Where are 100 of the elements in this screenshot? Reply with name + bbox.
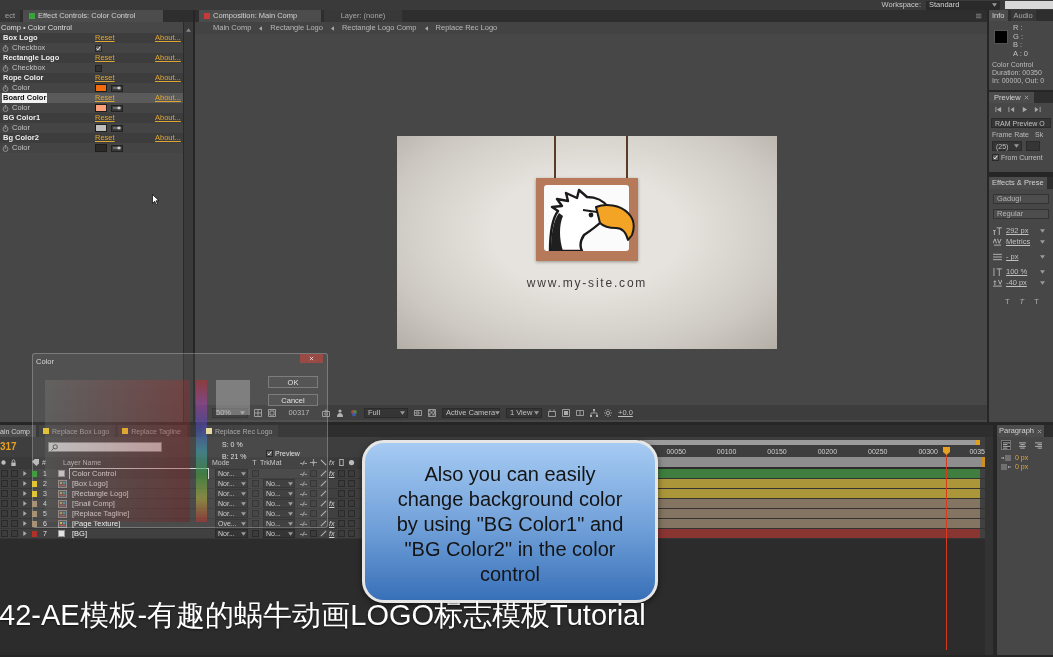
- stopwatch-icon[interactable]: [2, 64, 9, 72]
- checkbox[interactable]: [95, 44, 102, 52]
- color-swatch-icon: [994, 30, 1008, 44]
- close-icon: [309, 356, 314, 361]
- search-field[interactable]: [48, 442, 162, 452]
- sun-switch-icon: [310, 459, 317, 466]
- hue-spectrum[interactable]: [196, 380, 207, 522]
- play-icon[interactable]: [1021, 106, 1028, 113]
- shy-switch-icon[interactable]: [300, 480, 307, 488]
- transparency-checkbox[interactable]: [252, 520, 259, 528]
- frame-blend-icon: [338, 459, 345, 466]
- next-frame-icon[interactable]: [1034, 106, 1041, 113]
- camera-icon[interactable]: [322, 408, 330, 417]
- shy-switch-icon[interactable]: [300, 520, 307, 528]
- color-swatch-icon[interactable]: [95, 144, 107, 152]
- skip-field[interactable]: [1026, 141, 1040, 151]
- align-button[interactable]: [1033, 440, 1043, 450]
- previous-frame-icon[interactable]: [1008, 106, 1015, 113]
- caret-icon: [240, 410, 245, 415]
- eyedropper-icon: [113, 146, 121, 150]
- composition-layer-icon: [58, 489, 67, 498]
- eyedropper-button[interactable]: [111, 104, 123, 112]
- color-swatch-icon[interactable]: [95, 104, 107, 112]
- search-field[interactable]: [1005, 1, 1053, 9]
- panel-menu-icon[interactable]: [976, 13, 983, 19]
- composition-layer-icon: [58, 499, 67, 508]
- lock-icon: [10, 459, 17, 466]
- person-icon[interactable]: [336, 408, 344, 417]
- stopwatch-icon[interactable]: [2, 104, 9, 112]
- shy-switch-icon: [300, 459, 307, 466]
- arrow-left-icon: [259, 25, 263, 31]
- eyedropper-button[interactable]: [111, 144, 123, 152]
- label-color-icon[interactable]: [32, 510, 37, 517]
- shy-switch-icon[interactable]: [300, 500, 307, 508]
- composition-color-icon: [204, 13, 210, 19]
- stopwatch-icon[interactable]: [2, 124, 9, 132]
- grid-icon[interactable]: [254, 408, 262, 417]
- caret-icon: [1014, 144, 1019, 148]
- indent-after-icon: [1001, 463, 1011, 470]
- timeline-scrollbar[interactable]: [985, 437, 993, 655]
- caret-icon[interactable]: [1040, 240, 1045, 244]
- caret-icon[interactable]: [1040, 229, 1045, 233]
- safe-area-icon[interactable]: [268, 408, 276, 417]
- checkbox[interactable]: [266, 450, 273, 457]
- caret-icon[interactable]: [1040, 270, 1045, 274]
- color-swatch-icon[interactable]: [95, 124, 107, 132]
- playhead[interactable]: [943, 447, 950, 650]
- eyedropper-button[interactable]: [111, 84, 123, 92]
- eagle-head-icon: [544, 185, 636, 251]
- eyedropper-icon: [113, 86, 121, 90]
- shy-switch-icon[interactable]: [300, 470, 307, 478]
- leading-icon: [993, 253, 1002, 261]
- website-url: www.my-site.com: [526, 277, 648, 289]
- layout-icon[interactable]: [548, 408, 556, 417]
- stopwatch-icon[interactable]: [2, 144, 9, 152]
- font-size-icon: [993, 227, 1002, 235]
- checkmark-icon: [267, 451, 272, 456]
- color-swatch-icon[interactable]: [95, 84, 107, 92]
- checkbox[interactable]: [992, 154, 999, 161]
- flowchart-icon[interactable]: [590, 408, 598, 417]
- shy-switch-icon[interactable]: [300, 530, 307, 538]
- frame-icon[interactable]: [562, 408, 570, 417]
- caret-icon[interactable]: [1040, 255, 1045, 259]
- scroll-up-icon[interactable]: [186, 28, 191, 32]
- align-button[interactable]: [1017, 440, 1027, 450]
- stopwatch-icon[interactable]: [2, 84, 9, 92]
- close-button[interactable]: [300, 354, 323, 363]
- stopwatch-icon[interactable]: [2, 44, 9, 52]
- region-icon[interactable]: [414, 408, 422, 417]
- label-color-icon[interactable]: [32, 530, 37, 537]
- label-color-icon[interactable]: [32, 520, 37, 527]
- indent-before-icon: [1001, 454, 1011, 461]
- solid-layer-icon: [58, 470, 65, 478]
- close-icon[interactable]: [1037, 428, 1043, 434]
- align-left-icon: [1002, 441, 1010, 449]
- scrollbar[interactable]: [183, 22, 193, 422]
- label-color-icon[interactable]: [32, 490, 37, 497]
- checkmark-icon: [96, 45, 101, 51]
- label-color-icon[interactable]: [32, 500, 37, 507]
- eye-icon: [0, 459, 7, 466]
- caret-icon: [534, 410, 539, 415]
- window-icon[interactable]: [576, 408, 584, 417]
- caret-icon[interactable]: [1040, 281, 1045, 285]
- first-frame-icon[interactable]: [995, 106, 1002, 113]
- shy-switch-icon[interactable]: [300, 490, 307, 498]
- checkbox[interactable]: [95, 64, 102, 72]
- label-color-icon[interactable]: [32, 470, 37, 477]
- close-icon[interactable]: [1023, 95, 1029, 100]
- color-field[interactable]: [45, 380, 190, 522]
- color-channels-icon[interactable]: [350, 408, 358, 417]
- current-time[interactable]: 317: [0, 442, 15, 452]
- shy-switch-icon[interactable]: [300, 510, 307, 518]
- exposure-icon[interactable]: [604, 408, 612, 417]
- motion-blur-icon: [348, 459, 355, 466]
- label-color-icon[interactable]: [32, 480, 37, 487]
- eyedropper-button[interactable]: [111, 124, 123, 132]
- kerning-icon: [993, 238, 1002, 246]
- checkerboard-icon[interactable]: [428, 408, 436, 417]
- vertical-scale-icon: [993, 268, 1002, 276]
- align-button[interactable]: [1001, 440, 1011, 450]
